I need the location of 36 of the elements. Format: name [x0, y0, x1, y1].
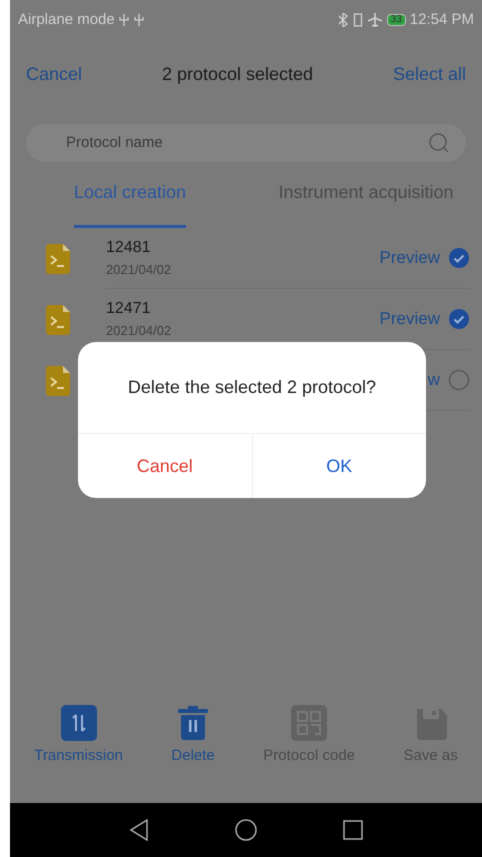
- recents-icon[interactable]: [343, 820, 363, 840]
- toolbar-button[interactable]: Transmission: [34, 705, 123, 768]
- protocol-name: 12471: [106, 299, 152, 320]
- script-file-icon: [46, 304, 70, 334]
- vibrate-icon: [352, 13, 363, 27]
- dialog-button[interactable]: OK: [252, 434, 426, 498]
- transfer-icon: [60, 705, 97, 741]
- preview-link[interactable]: Preview: [380, 245, 440, 271]
- search-bar[interactable]: Protocol name: [26, 124, 466, 162]
- checked-circle[interactable]: [448, 247, 470, 269]
- protocol-date: 2021/04/02: [106, 322, 172, 340]
- select-all-button[interactable]: Select all: [392, 60, 466, 88]
- protocol-name: 12481: [106, 238, 152, 258]
- protocol-date: 2021/04/02: [106, 261, 172, 280]
- toolbar-button[interactable]: Delete: [171, 705, 215, 768]
- status-time: 12:54 PM: [410, 10, 474, 30]
- script-file-icon: [46, 366, 70, 396]
- preview-link[interactable]: w: [428, 367, 440, 393]
- script-file-icon: [46, 244, 70, 274]
- header-title: 2 protocol selected: [162, 62, 314, 86]
- home-icon[interactable]: [235, 819, 257, 841]
- unchecked-circle[interactable]: [448, 369, 470, 391]
- dialog-button[interactable]: Cancel: [78, 434, 252, 498]
- status-text: Airplane mode: [18, 10, 115, 30]
- cancel-button[interactable]: Cancel: [26, 60, 82, 88]
- back-icon[interactable]: [129, 819, 149, 841]
- preview-link[interactable]: Preview: [380, 306, 440, 332]
- search-field[interactable]: Protocol name: [66, 132, 428, 154]
- checked-circle[interactable]: [448, 308, 470, 330]
- airplane-icon: [366, 13, 383, 27]
- tab[interactable]: Local creation: [74, 172, 186, 228]
- battery-level: 33: [386, 14, 406, 26]
- bluetooth-icon: [336, 13, 349, 27]
- dialog-message: Delete the selected 2 protocol?: [128, 376, 376, 399]
- search-icon: [428, 132, 450, 154]
- qr-code-icon: [291, 705, 328, 741]
